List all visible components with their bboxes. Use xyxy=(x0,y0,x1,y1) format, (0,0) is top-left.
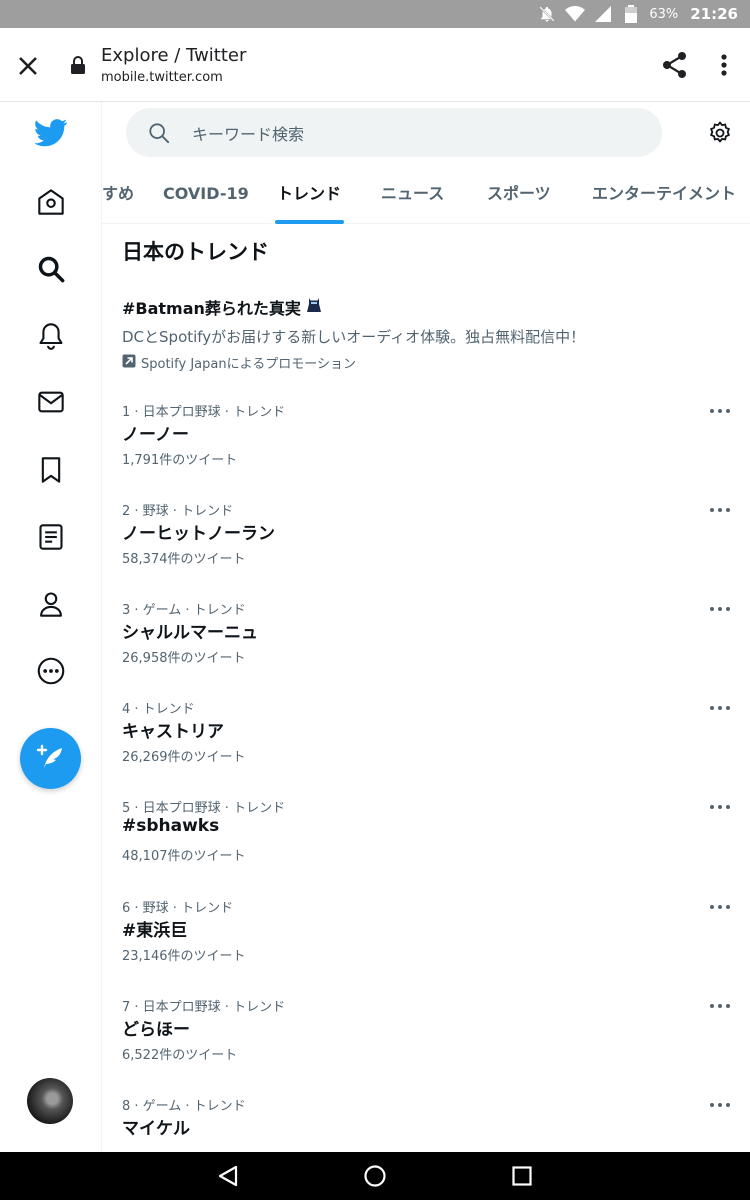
trend-tweet-count: 58,374件のツイート xyxy=(122,552,246,567)
promoted-trend-title: #Batman葬られた真実 xyxy=(122,299,301,318)
trend-meta: 5 · 日本プロ野球 · トレンド xyxy=(122,801,286,816)
trend-name: マイケル xyxy=(122,1119,190,1139)
promoted-trend-description: DCとSpotifyがお届けする新しいオーディオ体験。独占無料配信中！ xyxy=(122,328,586,346)
trend-meta: 2 · 野球 · トレンド xyxy=(122,504,234,519)
active-tab-indicator xyxy=(275,220,344,224)
trend-item[interactable]: 3 · ゲーム · トレンド シャルルマーニュ 26,958件のツイート xyxy=(102,599,750,698)
search-input[interactable]: キーワード検索 xyxy=(126,108,662,157)
trend-meta: 7 · 日本プロ野球 · トレンド xyxy=(122,1000,286,1015)
profile-icon[interactable] xyxy=(28,581,74,627)
more-options-icon[interactable] xyxy=(708,998,732,1012)
search-icon xyxy=(148,122,170,144)
battery-icon xyxy=(621,4,641,24)
trend-name: シャルルマーニュ xyxy=(122,623,258,643)
page-title: Explore / Twitter xyxy=(101,45,247,66)
more-options-icon[interactable] xyxy=(708,799,732,813)
trend-tweet-count: 6,522件のツイート xyxy=(122,1048,238,1063)
back-icon[interactable] xyxy=(216,1164,240,1188)
trend-name: ノーヒットノーラン xyxy=(122,524,275,544)
more-options-icon[interactable] xyxy=(708,1097,732,1111)
tab-sports[interactable]: スポーツ xyxy=(487,166,551,224)
page-url[interactable]: mobile.twitter.com xyxy=(101,70,223,85)
home-button-icon[interactable] xyxy=(363,1164,387,1188)
promoted-trend[interactable]: #Batman葬られた真実 DCとSpotifyがお届けする新しいオーディオ体験… xyxy=(122,295,732,372)
trend-tweet-count: 26,269件のツイート xyxy=(122,750,246,765)
trend-name: #東浜巨 xyxy=(122,921,188,941)
trend-item[interactable]: 5 · 日本プロ野球 · トレンド #sbhawks 48,107件のツイート xyxy=(102,797,750,896)
tab-trending[interactable]: トレンド xyxy=(277,166,341,224)
tab-entertainment[interactable]: エンターテイメント xyxy=(592,166,736,224)
trend-meta: 8 · ゲーム · トレンド xyxy=(122,1099,246,1114)
trend-meta: 6 · 野球 · トレンド xyxy=(122,901,234,916)
more-icon[interactable] xyxy=(28,648,74,694)
trend-name: ノーノー xyxy=(122,425,189,445)
trend-tweet-count: 48,107件のツイート xyxy=(122,849,246,864)
compose-tweet-button[interactable] xyxy=(20,728,81,789)
more-options-icon[interactable] xyxy=(708,700,732,714)
trend-item[interactable]: 2 · 野球 · トレンド ノーヒットノーラン 58,374件のツイート xyxy=(102,500,750,599)
avatar[interactable] xyxy=(27,1078,73,1124)
trend-item[interactable]: 8 · ゲーム · トレンド マイケル xyxy=(102,1095,750,1152)
wifi-icon xyxy=(565,4,586,24)
trend-meta: 3 · ゲーム · トレンド xyxy=(122,603,246,618)
messages-icon[interactable] xyxy=(28,379,74,425)
notifications-icon[interactable] xyxy=(28,313,74,359)
twitter-logo-icon[interactable] xyxy=(28,110,74,156)
tab-for-you[interactable]: すめ xyxy=(102,166,134,224)
sidebar-nav xyxy=(0,102,102,1152)
section-title: 日本のトレンド xyxy=(122,240,269,264)
trend-name: キャストリア xyxy=(122,722,224,742)
explore-tabs: すめ COVID-19 トレンド ニュース スポーツ エンターテイメント xyxy=(102,166,750,224)
settings-icon[interactable] xyxy=(708,121,732,145)
trend-name: どらほー xyxy=(122,1020,190,1040)
trend-name: #sbhawks xyxy=(122,816,220,836)
trend-item[interactable]: 1 · 日本プロ野球 · トレンド ノーノー 1,791件のツイート xyxy=(102,401,750,500)
main-content: キーワード検索 すめ COVID-19 トレンド ニュース スポーツ エンターテ… xyxy=(102,102,750,1152)
home-icon[interactable] xyxy=(28,179,74,225)
promoted-by-label: Spotify Japanによるプロモーション xyxy=(141,357,356,372)
recents-icon[interactable] xyxy=(510,1164,534,1188)
battery-percent: 63% xyxy=(649,6,679,22)
notifications-muted-icon xyxy=(537,4,557,24)
tab-news[interactable]: ニュース xyxy=(381,166,444,224)
trend-tweet-count: 23,146件のツイート xyxy=(122,949,246,964)
tab-covid-19[interactable]: COVID-19 xyxy=(163,166,249,224)
cell-signal-icon xyxy=(593,4,613,24)
browser-toolbar: Explore / Twitter mobile.twitter.com xyxy=(0,28,750,102)
trend-item[interactable]: 7 · 日本プロ野球 · トレンド どらほー 6,522件のツイート xyxy=(102,996,750,1095)
bookmarks-icon[interactable] xyxy=(28,447,74,493)
trend-tweet-count: 26,958件のツイート xyxy=(122,651,246,666)
lock-icon xyxy=(70,56,86,74)
search-placeholder: キーワード検索 xyxy=(192,124,305,144)
clock: 21:26 xyxy=(690,5,738,23)
more-options-icon[interactable] xyxy=(708,601,732,615)
explore-icon[interactable] xyxy=(28,246,74,292)
trend-item[interactable]: 4 · トレンド キャストリア 26,269件のツイート xyxy=(102,698,750,797)
close-icon[interactable] xyxy=(14,52,42,80)
more-options-icon[interactable] xyxy=(708,403,732,417)
more-options-icon[interactable] xyxy=(708,899,732,913)
promoted-arrow-icon xyxy=(122,354,136,372)
compose-icon xyxy=(36,742,66,776)
overflow-menu-icon[interactable] xyxy=(712,50,736,80)
system-nav-bar xyxy=(0,1152,750,1200)
lists-icon[interactable] xyxy=(28,514,74,560)
trend-meta: 4 · トレンド xyxy=(122,702,195,717)
batman-emoji-icon xyxy=(305,296,323,318)
trend-meta: 1 · 日本プロ野球 · トレンド xyxy=(122,405,286,420)
share-icon[interactable] xyxy=(660,50,690,80)
trend-tweet-count: 1,791件のツイート xyxy=(122,453,238,468)
more-options-icon[interactable] xyxy=(708,502,732,516)
trend-item[interactable]: 6 · 野球 · トレンド #東浜巨 23,146件のツイート xyxy=(102,897,750,996)
status-bar: 63% 21:26 xyxy=(0,0,750,28)
